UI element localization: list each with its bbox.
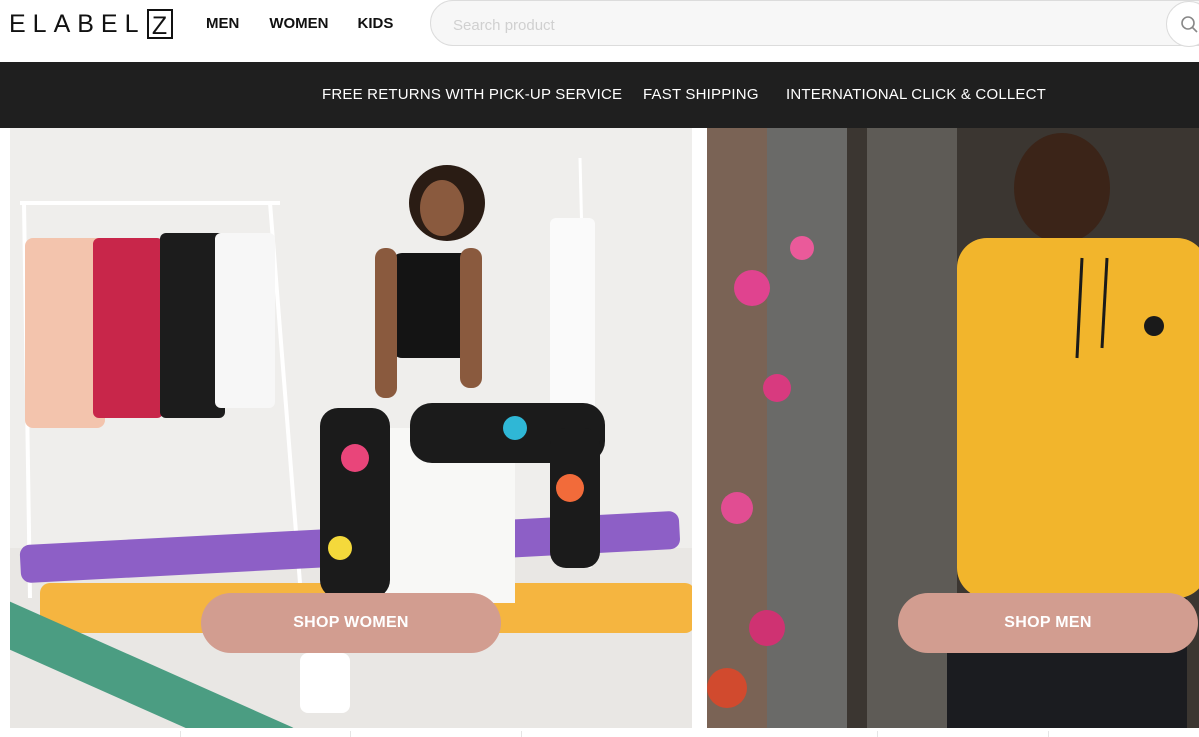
main-nav: MEN WOMEN KIDS bbox=[206, 14, 393, 34]
brand-logo[interactable]: ELABEL Z bbox=[9, 6, 173, 42]
logo-wordmark: ELABEL bbox=[9, 10, 146, 38]
nav-women[interactable]: WOMEN bbox=[269, 14, 328, 34]
search-bar bbox=[430, 0, 1199, 49]
divider bbox=[180, 731, 181, 737]
divider bbox=[877, 731, 878, 737]
promo-bar: FREE RETURNS WITH PICK-UP SERVICE FAST S… bbox=[0, 62, 1199, 128]
divider bbox=[1048, 731, 1049, 737]
men-hero-banner[interactable]: SHOP MEN bbox=[707, 128, 1199, 728]
search-input[interactable] bbox=[451, 1, 1155, 49]
site-header: ELABEL Z MEN WOMEN KIDS bbox=[0, 0, 1199, 62]
search-button[interactable] bbox=[1166, 1, 1199, 47]
logo-boxed-letter: Z bbox=[146, 9, 173, 40]
nav-men[interactable]: MEN bbox=[206, 14, 239, 34]
divider bbox=[521, 731, 522, 737]
promo-free-returns: FREE RETURNS WITH PICK-UP SERVICE bbox=[322, 86, 623, 103]
nav-kids[interactable]: KIDS bbox=[358, 14, 394, 34]
promo-fast-shipping: FAST SHIPPING bbox=[643, 86, 759, 103]
shop-women-button[interactable]: SHOP WOMEN bbox=[201, 593, 501, 653]
promo-click-collect: INTERNATIONAL CLICK & COLLECT bbox=[786, 86, 1047, 103]
search-icon bbox=[1181, 16, 1198, 33]
women-hero-banner[interactable]: SHOP WOMEN bbox=[10, 128, 692, 728]
divider bbox=[350, 731, 351, 737]
shop-men-button[interactable]: SHOP MEN bbox=[898, 593, 1198, 653]
